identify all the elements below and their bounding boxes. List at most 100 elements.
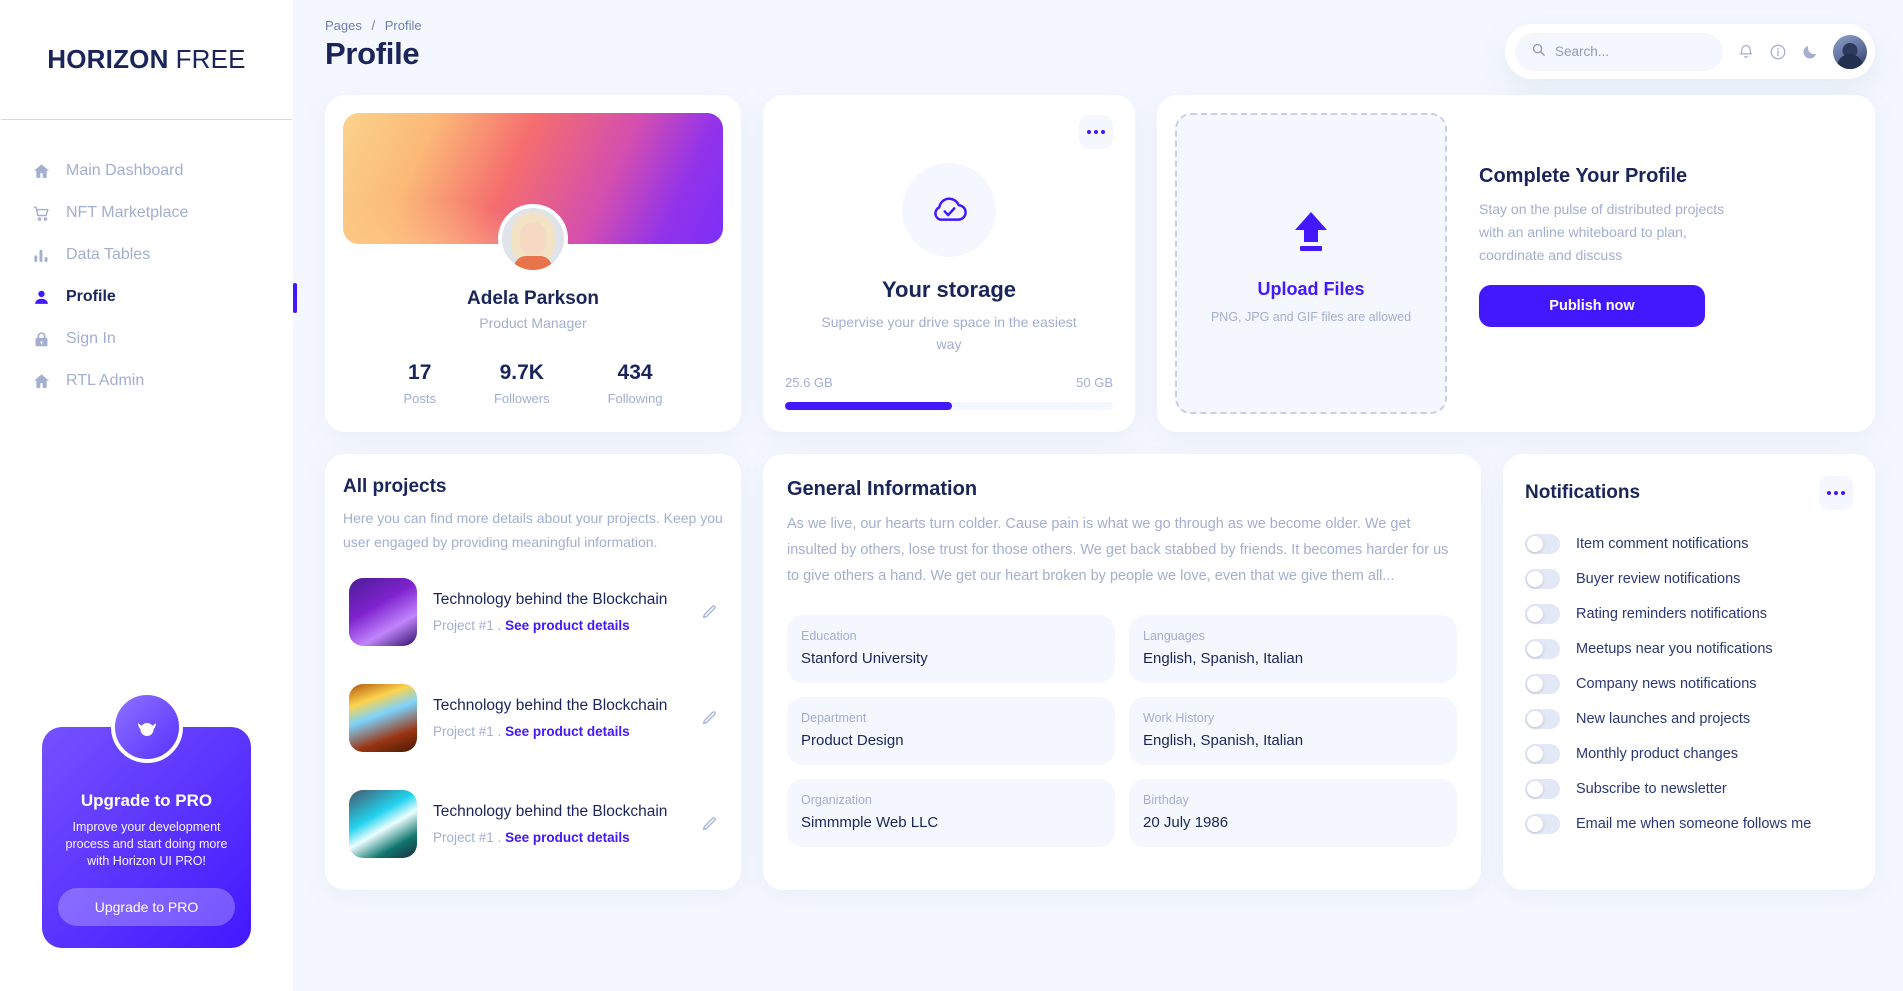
- upgrade-pro-section: Upgrade to PRO Improve your development …: [0, 691, 293, 948]
- main-content: Pages / Profile Profile Search... Adela …: [293, 0, 1903, 991]
- upgrade-pro-description: Improve your development process and sta…: [65, 820, 228, 868]
- info-field-birthday: Birthday 20 July 1986: [1129, 779, 1457, 847]
- edit-pencil-icon[interactable]: [701, 710, 717, 726]
- notification-row: Monthly product changes: [1525, 744, 1853, 764]
- all-projects-title: All projects: [343, 476, 447, 497]
- stat-followers: 9.7K Followers: [494, 361, 550, 406]
- user-avatar[interactable]: [1833, 34, 1867, 69]
- person-icon: [32, 288, 66, 307]
- sidebar-nav: Main Dashboard NFT Marketplace Data Tabl…: [0, 150, 297, 402]
- horizon-logo-icon: [110, 691, 183, 763]
- storage-progress-fill: [785, 402, 953, 410]
- profile-avatar: [498, 204, 568, 274]
- sidebar-item-nft-marketplace[interactable]: NFT Marketplace: [0, 192, 293, 234]
- notification-row: Company news notifications: [1525, 674, 1853, 694]
- sidebar-item-data-tables[interactable]: Data Tables: [0, 234, 293, 276]
- project-thumbnail: [349, 684, 417, 752]
- sidebar: HORIZON FREE Main Dashboard NFT Marketpl…: [0, 0, 297, 991]
- cart-icon: [32, 204, 66, 223]
- breadcrumb-parent[interactable]: Pages: [325, 18, 362, 33]
- top-row: Adela Parkson Product Manager 17 Posts 9…: [325, 95, 1875, 432]
- notification-toggle[interactable]: [1525, 709, 1560, 729]
- see-product-details-link[interactable]: See product details: [505, 724, 630, 739]
- notification-label: Company news notifications: [1576, 676, 1757, 692]
- complete-profile-section: Complete Your Profile Stay on the pulse …: [1469, 113, 1857, 414]
- sidebar-item-profile[interactable]: Profile: [0, 276, 297, 318]
- upgrade-pro-title: Upgrade to PRO: [80, 791, 213, 810]
- sidebar-item-main-dashboard[interactable]: Main Dashboard: [0, 150, 293, 192]
- storage-meta: 25.6 GB 50 GB: [785, 375, 1113, 390]
- home-icon: [32, 162, 66, 181]
- project-text: Technology behind the Blockchain Project…: [433, 591, 667, 633]
- general-information-fields: Education Stanford University Languages …: [787, 615, 1457, 847]
- page-heading-group: Pages / Profile Profile: [325, 18, 422, 72]
- stat-value: 9.7K: [499, 361, 544, 384]
- notification-label: Meetups near you notifications: [1576, 641, 1773, 657]
- see-product-details-link[interactable]: See product details: [505, 830, 630, 845]
- search-box[interactable]: [1515, 32, 1723, 71]
- info-label: Education: [801, 629, 857, 643]
- edit-pencil-icon[interactable]: [701, 816, 717, 832]
- info-label: Work History: [1143, 711, 1215, 725]
- notification-toggle[interactable]: [1525, 779, 1560, 799]
- file-dropzone[interactable]: Upload Files PNG, JPG and GIF files are …: [1175, 113, 1447, 414]
- see-product-details-link[interactable]: See product details: [505, 618, 630, 633]
- notifications-card: Notifications Item comment notifications…: [1503, 454, 1875, 890]
- notification-toggle[interactable]: [1525, 569, 1560, 589]
- project-list-item[interactable]: Technology behind the Blockchain Project…: [343, 776, 723, 872]
- project-meta: Project #1 . See product details: [433, 724, 667, 739]
- app-root: HORIZON FREE Main Dashboard NFT Marketpl…: [0, 0, 1903, 991]
- notification-toggle[interactable]: [1525, 674, 1560, 694]
- notifications-list: Item comment notifications Buyer review n…: [1525, 534, 1853, 834]
- profile-stats: 17 Posts 9.7K Followers 434 Following: [343, 361, 723, 406]
- project-thumbnail: [349, 790, 417, 858]
- info-field-languages: Languages English, Spanish, Italian: [1129, 615, 1457, 683]
- stat-following: 434 Following: [608, 361, 663, 406]
- storage-card: Your storage Supervise your drive space …: [763, 95, 1135, 432]
- info-field-department: Department Product Design: [787, 697, 1115, 765]
- sidebar-item-sign-in[interactable]: Sign In: [0, 318, 293, 360]
- dark-mode-moon-icon[interactable]: [1801, 43, 1819, 61]
- info-label: Organization: [801, 793, 872, 807]
- info-value: English, Spanish, Italian: [1143, 650, 1304, 667]
- notifications-title: Notifications: [1525, 482, 1641, 503]
- notification-toggle[interactable]: [1525, 639, 1560, 659]
- dot-icon: [1094, 130, 1098, 134]
- sidebar-divider: [1, 119, 292, 120]
- project-name: Technology behind the Blockchain: [433, 803, 668, 820]
- search-input[interactable]: [1555, 44, 1707, 59]
- info-icon[interactable]: [1769, 43, 1787, 61]
- storage-more-options-button[interactable]: [1079, 115, 1113, 149]
- general-information-card: General Information As we live, our hear…: [763, 454, 1481, 890]
- notification-label: Buyer review notifications: [1576, 571, 1741, 587]
- breadcrumb-current: Profile: [384, 18, 422, 33]
- storage-total: 50 GB: [1076, 375, 1113, 390]
- project-name: Technology behind the Blockchain: [433, 697, 668, 714]
- notification-toggle[interactable]: [1525, 744, 1560, 764]
- sidebar-item-label: NFT Marketplace: [66, 204, 189, 221]
- project-list-item[interactable]: Technology behind the Blockchain Project…: [343, 564, 723, 660]
- bell-icon[interactable]: [1737, 43, 1755, 61]
- notification-toggle[interactable]: [1525, 814, 1560, 834]
- notification-label: Item comment notifications: [1576, 536, 1749, 552]
- notification-row: Rating reminders notifications: [1525, 604, 1853, 624]
- edit-pencil-icon[interactable]: [701, 604, 717, 620]
- notification-label: Email me when someone follows me: [1576, 816, 1812, 832]
- notification-label: New launches and projects: [1576, 711, 1751, 727]
- sidebar-item-rtl-admin[interactable]: RTL Admin: [0, 360, 293, 402]
- upgrade-pro-card: Upgrade to PRO Improve your development …: [42, 691, 251, 948]
- notifications-header: Notifications: [1525, 476, 1853, 510]
- project-list-item[interactable]: Technology behind the Blockchain Project…: [343, 670, 723, 766]
- notification-toggle[interactable]: [1525, 604, 1560, 624]
- notification-toggle[interactable]: [1525, 534, 1560, 554]
- page-title: Profile: [325, 36, 420, 71]
- upload-files-link[interactable]: Upload Files: [1257, 279, 1364, 300]
- publish-now-button[interactable]: Publish now: [1479, 285, 1705, 327]
- notifications-more-options-button[interactable]: [1819, 476, 1853, 510]
- sidebar-item-label: Sign In: [66, 330, 116, 347]
- sidebar-item-label: RTL Admin: [66, 372, 145, 389]
- stat-value: 17: [408, 361, 432, 384]
- stat-label: Followers: [493, 391, 550, 406]
- upgrade-pro-button[interactable]: Upgrade to PRO: [58, 888, 235, 926]
- general-information-description: As we live, our hearts turn colder. Caus…: [787, 516, 1449, 584]
